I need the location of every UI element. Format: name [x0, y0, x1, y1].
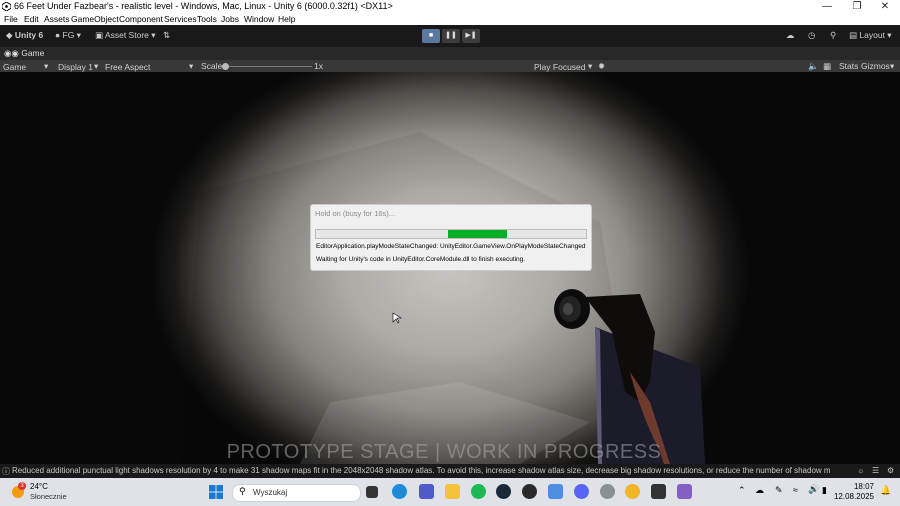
- minimize-button[interactable]: —: [812, 0, 842, 13]
- info-icon: ⓘ: [2, 467, 10, 476]
- menu-file[interactable]: File: [4, 14, 18, 24]
- unity-hub-icon[interactable]: [651, 484, 666, 499]
- progress-bar-fill: [448, 230, 507, 238]
- menu-assets[interactable]: Assets: [44, 14, 70, 24]
- notification-icon[interactable]: ⚙: [887, 466, 894, 475]
- shortcuts-icon[interactable]: ▦: [823, 61, 831, 72]
- menu-window[interactable]: Window: [244, 14, 274, 24]
- visual-studio-icon[interactable]: [677, 484, 692, 499]
- dialog-message-line-1: EditorApplication.playModeStateChanged: …: [316, 243, 586, 250]
- menu-component[interactable]: Component: [119, 14, 163, 24]
- unity-logo-icon: [2, 2, 11, 11]
- dialog-message-line-2: Waiting for Unity's code in UnityEditor.…: [316, 256, 526, 263]
- chrome-canary-icon[interactable]: [625, 484, 640, 499]
- weather-badge: 3: [18, 482, 26, 490]
- aspect-chevron-icon[interactable]: ▾: [189, 61, 193, 72]
- progress-bar: [315, 229, 587, 239]
- weather-label: Słonecznie: [30, 492, 67, 501]
- display-chevron-icon[interactable]: ▾: [94, 61, 98, 72]
- clock-date: 12.08.2025: [833, 492, 874, 501]
- dialog-title: Hold on (busy for 16s)...: [315, 209, 396, 218]
- davinci-resolve-icon[interactable]: [522, 484, 537, 499]
- search-placeholder: Wyszukaj: [253, 488, 288, 497]
- task-view-icon[interactable]: [366, 486, 378, 498]
- mute-audio-icon[interactable]: 🔈: [808, 61, 819, 72]
- close-button[interactable]: ✕: [870, 0, 900, 13]
- gizmos-chevron-icon[interactable]: ▾: [890, 61, 894, 72]
- wifi-icon[interactable]: ≈: [793, 485, 798, 495]
- search-icon[interactable]: ⚲: [830, 30, 836, 41]
- busy-progress-dialog: Hold on (busy for 16s)... EditorApplicat…: [310, 204, 592, 271]
- scale-slider-handle[interactable]: [222, 63, 229, 70]
- menu-services[interactable]: Services: [164, 14, 197, 24]
- settings-icon[interactable]: [600, 484, 615, 499]
- layout-dropdown[interactable]: ▤ Layout ▾: [849, 30, 892, 41]
- account-dropdown[interactable]: ● FG ▾: [55, 30, 81, 41]
- tab-game[interactable]: ◉◉ Game: [4, 48, 44, 59]
- play-focused-chevron-icon[interactable]: ▾: [588, 61, 592, 72]
- title-bar: 66 Feet Under Fazbear's - realistic leve…: [0, 0, 900, 13]
- history-icon[interactable]: ◷: [808, 30, 815, 41]
- stop-button[interactable]: ■: [422, 29, 440, 43]
- volume-icon[interactable]: 🔊: [808, 484, 819, 495]
- menu-gameobject[interactable]: GameObject: [71, 14, 119, 24]
- start-button[interactable]: [209, 485, 223, 499]
- step-button[interactable]: ▶❚: [462, 29, 480, 43]
- menu-tools[interactable]: Tools: [197, 14, 217, 24]
- tab-bar: ◉◉ Game: [0, 47, 900, 60]
- steam-icon[interactable]: [496, 484, 511, 499]
- clock-time: 18:07: [853, 482, 874, 491]
- spotify-icon[interactable]: [471, 484, 486, 499]
- console-status-bar[interactable]: ⓘ Reduced additional punctual light shad…: [0, 464, 900, 478]
- settings-gear-icon[interactable]: ✹: [598, 61, 605, 72]
- scale-slider-track[interactable]: [226, 66, 312, 67]
- menu-edit[interactable]: Edit: [24, 14, 39, 24]
- battery-icon[interactable]: ▮: [822, 485, 827, 496]
- window-title: 66 Feet Under Fazbear's - realistic leve…: [14, 1, 393, 11]
- stats-button[interactable]: Stats: [839, 61, 858, 71]
- search-icon: ⚲: [239, 486, 246, 496]
- pause-button[interactable]: ❚❚: [442, 29, 460, 43]
- windows-taskbar: 3 24°C Słonecznie ⚲ Wyszukaj ⌃ ☁ ✎ ≈ 🔊 ▮…: [0, 478, 900, 506]
- menu-bar: File Edit Assets GameObject Component Se…: [0, 13, 900, 25]
- taskbar-clock[interactable]: 18:07 12.08.2025: [834, 482, 874, 502]
- view-type-chevron-icon[interactable]: ▾: [44, 61, 48, 72]
- asset-store-dropdown[interactable]: ▣ Asset Store ▾: [95, 30, 156, 41]
- pen-icon[interactable]: ✎: [775, 485, 783, 496]
- status-message[interactable]: Reduced additional punctual light shadow…: [12, 466, 830, 475]
- menu-jobs[interactable]: Jobs: [221, 14, 239, 24]
- menu-help[interactable]: Help: [278, 14, 295, 24]
- store-icon[interactable]: [548, 484, 563, 499]
- main-toolbar: ◆ Unity 6 ● FG ▾ ▣ Asset Store ▾ ⇅ ■ ❚❚ …: [0, 25, 900, 47]
- file-explorer-icon[interactable]: [445, 484, 460, 499]
- notifications-icon[interactable]: 🔔: [880, 485, 891, 496]
- tray-chevron-icon[interactable]: ⌃: [738, 485, 746, 496]
- unity-version-button[interactable]: ◆ Unity 6: [6, 30, 43, 41]
- weather-widget[interactable]: 3 24°C Słonecznie: [10, 482, 80, 502]
- debug-mode-icon[interactable]: ☼: [857, 466, 864, 475]
- watermark-text: PROTOTYPE STAGE | WORK IN PROGRESS: [226, 441, 662, 463]
- scale-label: Scale: [201, 61, 223, 71]
- version-control-icon[interactable]: ⇅: [163, 30, 170, 41]
- cloud-icon[interactable]: ☁: [786, 30, 795, 41]
- teams-icon[interactable]: [419, 484, 434, 499]
- taskbar-search[interactable]: ⚲ Wyszukaj: [232, 484, 361, 502]
- edge-icon[interactable]: [392, 484, 407, 499]
- scale-value: 1x: [314, 61, 323, 71]
- game-view-toolbar: Game ▾ Display 1 ▾ Free Aspect ▾ Scale 1…: [0, 60, 900, 72]
- restore-button[interactable]: ❐: [842, 0, 872, 13]
- network-status-icon[interactable]: ☁: [755, 485, 764, 496]
- gizmos-button[interactable]: Gizmos: [861, 61, 890, 71]
- discord-icon[interactable]: [574, 484, 589, 499]
- progress-icon[interactable]: ☰: [872, 466, 879, 475]
- windows-logo-icon: [209, 485, 223, 499]
- temperature: 24°C: [30, 482, 48, 491]
